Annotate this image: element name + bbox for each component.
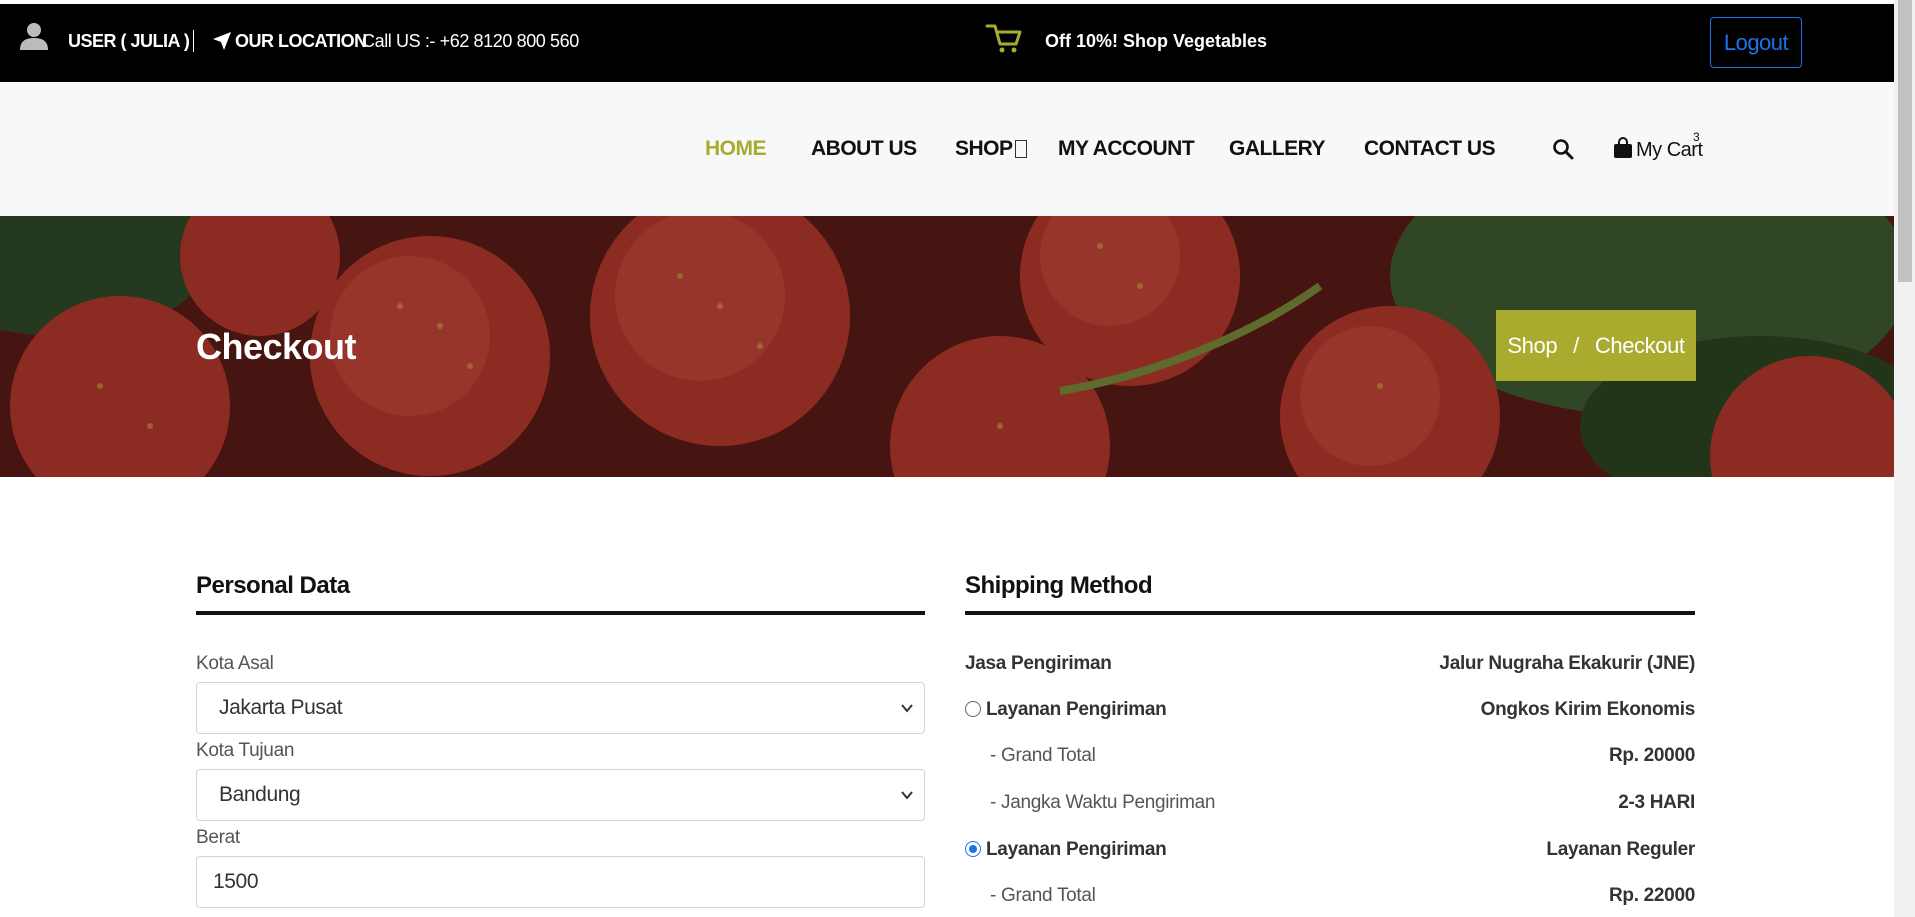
eta-row: - Jangka Waktu Pengiriman 2-3 HARI <box>965 792 1695 822</box>
breadcrumb: Shop / Checkout <box>1496 310 1696 381</box>
shipping-option-value: Layanan Reguler <box>1546 839 1695 860</box>
grand-total-row: - Grand Total Rp. 22000 <box>965 885 1695 915</box>
radio-reguler[interactable] <box>965 841 981 857</box>
shipping-option-label: Layanan Pengiriman <box>986 839 1167 860</box>
call-text: Call US :- +62 8120 800 560 <box>362 31 579 51</box>
search-icon[interactable] <box>1552 138 1574 160</box>
kota-tujuan-label: Kota Tujuan <box>196 740 295 761</box>
grand-total-label: - Grand Total <box>990 745 1096 766</box>
nav-item-home[interactable]: HOME <box>705 137 767 161</box>
nav-item-contact-us[interactable]: CONTACT US <box>1364 137 1496 161</box>
chevron-down-icon <box>901 791 913 800</box>
nav-item-gallery[interactable]: GALLERY <box>1229 137 1326 161</box>
user-icon <box>20 23 48 50</box>
shipping-option-ekonomis[interactable]: Layanan Pengiriman Ongkos Kirim Ekonomis <box>965 699 1695 729</box>
location-link[interactable]: OUR LOCATION <box>235 31 367 52</box>
berat-value: 1500 <box>213 870 259 893</box>
main-nav: HOME ABOUT US SHOP MY ACCOUNT GALLERY CO… <box>0 82 1894 216</box>
cart-count-badge: 3 <box>1693 130 1700 144</box>
kota-tujuan-value: Bandung <box>219 783 301 806</box>
grand-total-row: - Grand Total Rp. 20000 <box>965 745 1695 775</box>
breadcrumb-separator: / <box>1573 332 1579 358</box>
eta-label: - Jangka Waktu Pengiriman <box>990 792 1216 813</box>
user-link[interactable]: USER ( JULIA ) <box>68 31 190 52</box>
personal-data-title: Personal Data <box>196 565 925 615</box>
shipping-option-label-wrap: Layanan Pengiriman <box>965 839 1167 861</box>
berat-input[interactable]: 1500 <box>196 856 925 908</box>
grand-total-label: - Grand Total <box>990 885 1096 906</box>
kota-tujuan-select[interactable]: Bandung <box>196 769 925 821</box>
personal-data-section: Personal Data Kota Asal Jakarta Pusat Ko… <box>196 565 925 908</box>
shopping-cart-icon <box>985 24 1022 53</box>
grand-total-value: Rp. 20000 <box>1608 745 1695 766</box>
chevron-down-icon <box>901 704 913 713</box>
shipping-option-value: Ongkos Kirim Ekonomis <box>1480 699 1696 720</box>
nav-item-shop[interactable]: SHOP <box>955 137 1013 161</box>
vertical-scrollbar[interactable] <box>1894 0 1915 917</box>
jasa-pengiriman-label: Jasa Pengiriman <box>965 653 1112 674</box>
eta-value: 2-3 HARI <box>1618 792 1695 813</box>
top-bar: USER ( JULIA ) OUR LOCATION Call US :- +… <box>0 4 1894 82</box>
page-banner: Checkout Shop / Checkout <box>0 216 1894 477</box>
dropdown-caret-icon[interactable] <box>1015 140 1027 158</box>
grand-total-value: Rp. 22000 <box>1608 885 1695 906</box>
location-arrow-icon <box>213 32 231 50</box>
scrollbar-thumb[interactable] <box>1898 0 1912 282</box>
page: USER ( JULIA ) OUR LOCATION Call US :- +… <box>0 0 1915 917</box>
divider <box>193 30 194 52</box>
berat-label: Berat <box>196 827 240 848</box>
kota-asal-label: Kota Asal <box>196 653 274 674</box>
jasa-pengiriman-value: Jalur Nugraha Ekakurir (JNE) <box>1439 653 1695 674</box>
shipping-method-title: Shipping Method <box>965 565 1695 615</box>
logout-button[interactable]: Logout <box>1710 17 1802 68</box>
shipping-option-reguler[interactable]: Layanan Pengiriman Layanan Reguler <box>965 839 1695 869</box>
breadcrumb-shop-link[interactable]: Shop <box>1507 333 1557 359</box>
promo-text: Off 10%! Shop Vegetables <box>1045 31 1268 51</box>
breadcrumb-current: Checkout <box>1594 332 1685 358</box>
jasa-pengiriman-row: Jasa Pengiriman Jalur Nugraha Ekakurir (… <box>965 653 1695 683</box>
shipping-option-label: Layanan Pengiriman <box>986 699 1167 720</box>
page-title: Checkout <box>196 326 357 367</box>
shipping-option-label-wrap: Layanan Pengiriman <box>965 699 1167 721</box>
nav-item-my-account[interactable]: MY ACCOUNT <box>1058 137 1195 161</box>
shopping-bag-icon[interactable] <box>1613 137 1633 159</box>
kota-asal-value: Jakarta Pusat <box>219 696 343 719</box>
shipping-method-section: Shipping Method Jasa Pengiriman Jalur Nu… <box>965 565 1695 906</box>
radio-ekonomis[interactable] <box>965 701 981 717</box>
kota-asal-select[interactable]: Jakarta Pusat <box>196 682 925 734</box>
nav-item-about-us[interactable]: ABOUT US <box>811 137 917 161</box>
